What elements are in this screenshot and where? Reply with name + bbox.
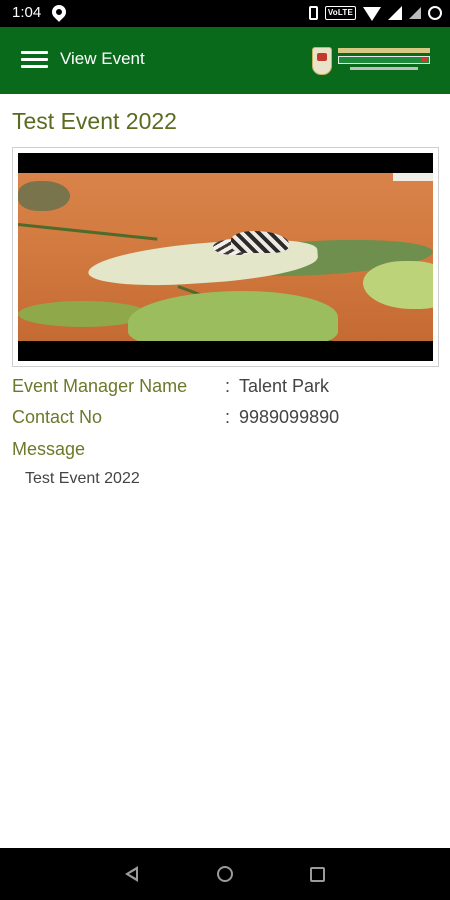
message-text: Test Event 2022 <box>25 470 140 487</box>
message-label: Message <box>12 439 86 459</box>
contact-label: Contact No <box>12 407 103 427</box>
event-manager-value: Talent Park <box>239 376 330 396</box>
hamburger-menu-icon[interactable] <box>21 51 48 69</box>
status-time: 1:04 <box>12 4 42 21</box>
app-bar: View Event <box>0 27 450 94</box>
recents-icon[interactable] <box>310 867 325 882</box>
navigation-bar <box>0 848 450 900</box>
event-manager-row: Event Manager Name : Talent Park <box>12 376 442 400</box>
signal-secondary-icon <box>409 7 421 19</box>
school-logo <box>310 45 434 77</box>
event-image-frame[interactable] <box>12 147 439 367</box>
wifi-icon <box>363 7 381 21</box>
event-title: Test Event 2022 <box>12 108 177 134</box>
volte-badge: VoLTE <box>324 6 356 20</box>
back-icon[interactable] <box>125 866 138 882</box>
battery-icon <box>428 6 442 20</box>
phone-icon <box>308 6 318 20</box>
status-bar: 1:04 VoLTE <box>0 0 450 27</box>
school-crest-icon <box>312 47 332 75</box>
event-image <box>18 153 433 361</box>
separator: : <box>225 376 231 396</box>
butterfly-icon <box>213 231 291 257</box>
separator: : <box>225 407 231 427</box>
contact-value[interactable]: 9989099890 <box>239 407 339 428</box>
butterfly-photo <box>18 173 433 341</box>
event-manager-label: Event Manager Name <box>12 376 188 396</box>
home-icon[interactable] <box>217 866 233 882</box>
contact-row: Contact No : 9989099890 <box>12 407 442 431</box>
status-icons: VoLTE <box>308 3 442 23</box>
app-bar-title: View Event <box>60 49 145 68</box>
location-pin-icon <box>49 2 69 22</box>
signal-icon <box>388 6 402 20</box>
